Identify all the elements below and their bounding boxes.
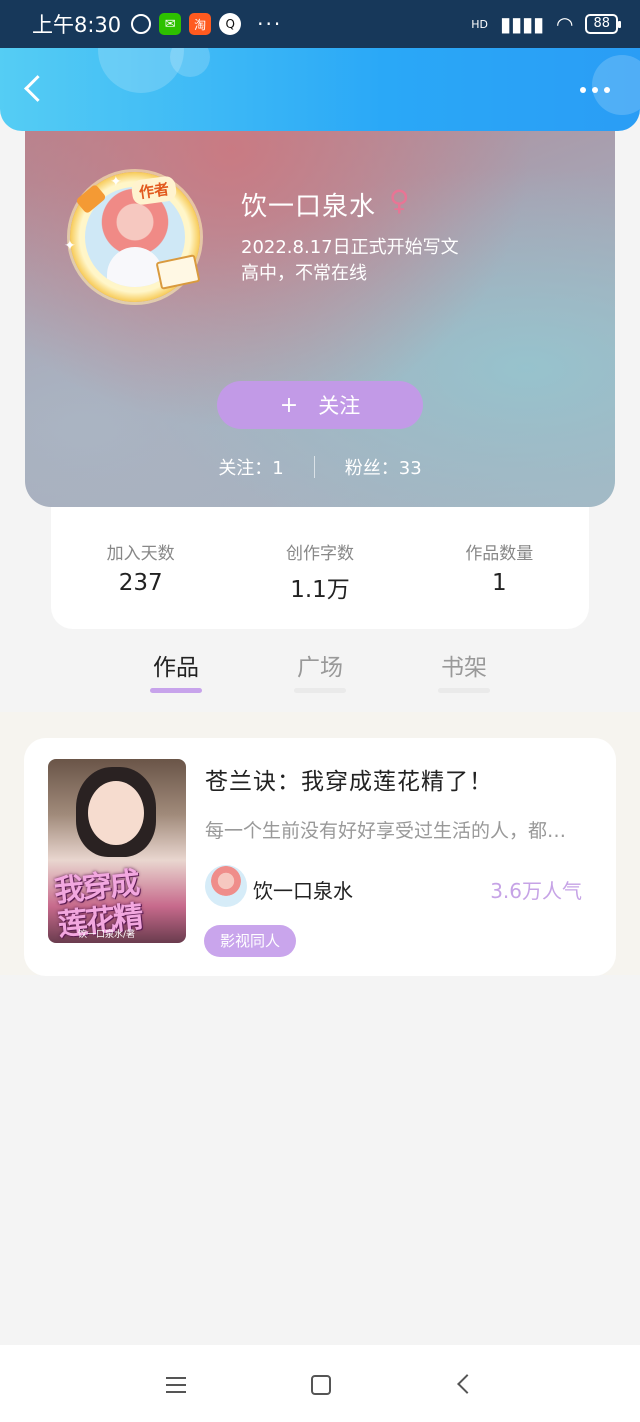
qq-icon: Q: [219, 13, 242, 35]
system-nav-bar: [0, 1345, 640, 1422]
stat-value: 237: [118, 570, 163, 596]
following-count[interactable]: 关注：1: [218, 454, 283, 480]
plus-icon: +: [279, 392, 299, 418]
genre-tag[interactable]: 影视同人: [204, 925, 297, 957]
network-type: HD: [471, 17, 488, 31]
follow-counts: 关注：1 粉丝：33: [25, 454, 615, 480]
decorative-bubble: [592, 55, 640, 115]
follow-button-label: 关注: [318, 394, 361, 418]
more-dot: [580, 87, 586, 93]
tab-underline: [294, 688, 346, 693]
start-date-text: 2022.8.17日正式开始写文: [241, 237, 459, 258]
tab-label: 广场: [297, 655, 343, 681]
wechat-icon: ✉: [159, 13, 182, 35]
follow-button[interactable]: + 关注: [217, 381, 423, 429]
popularity-count: 3.6万人气: [490, 879, 582, 903]
cover-figure-face: [88, 781, 144, 845]
book-cover-image[interactable]: 我穿成 莲花精 饮一口泉水/著: [48, 759, 186, 943]
taobao-icon: 淘: [189, 13, 212, 35]
tab-works[interactable]: 作品: [150, 640, 202, 712]
battery-level: 88: [593, 16, 610, 31]
wifi-icon: ◠: [556, 12, 574, 36]
female-icon: ♀: [389, 184, 410, 217]
profile-tabs: 作品 广场 书架: [0, 640, 640, 712]
tab-square[interactable]: 广场: [294, 640, 346, 712]
status-text: 高中，不常在线: [241, 263, 367, 284]
sparkle-icon: ✦: [110, 174, 122, 190]
battery-icon: 88: [585, 14, 621, 34]
tab-underline: [150, 688, 202, 693]
book-author-name[interactable]: 饮一口泉水: [253, 875, 353, 904]
sparkle-icon: ✦: [64, 238, 76, 254]
status-bar: 上午8:30 ✉ 淘 Q ··· HD ▮▮▮▮ ◠ 88: [0, 0, 640, 48]
cover-subtitle: 饮一口泉水/著: [78, 930, 136, 940]
tab-label: 书架: [441, 655, 487, 681]
fans-count[interactable]: 粉丝：33: [345, 454, 422, 480]
stat-label: 作品数量: [465, 544, 534, 564]
stat-word-count: 创作字数 1.1万: [230, 539, 409, 629]
home-icon[interactable]: [303, 1367, 337, 1401]
book-description: 每一个生前没有好好享受过生活的人，都…: [205, 820, 567, 842]
app-header: [0, 7, 640, 131]
profile-card: ✦ ✦ 作者 饮一口泉水 ♀ 2022.8.17日正式开始写文 高中，不常在线 …: [25, 110, 615, 507]
more-dot: [604, 87, 610, 93]
author-avatar-small[interactable]: [205, 865, 247, 907]
system-back-icon[interactable]: [447, 1367, 481, 1401]
tab-label: 作品: [153, 655, 199, 681]
stat-label: 加入天数: [106, 544, 175, 564]
more-options-button[interactable]: [580, 87, 610, 93]
stat-label: 创作字数: [285, 544, 354, 564]
back-button[interactable]: [22, 75, 48, 105]
stat-join-days: 加入天数 237: [51, 539, 230, 629]
user-name: 饮一口泉水: [241, 192, 377, 222]
more-dot: [592, 87, 598, 93]
stat-value: 1: [492, 570, 507, 596]
status-time: 上午8:30: [32, 13, 122, 37]
tab-underline: [438, 688, 490, 693]
user-info: 2022.8.17日正式开始写文 高中，不常在线: [241, 235, 459, 287]
book-title[interactable]: 苍兰诀：我穿成莲花精了！: [205, 762, 493, 796]
book-card[interactable]: 我穿成 莲花精 饮一口泉水/著 苍兰诀：我穿成莲花精了！ 每一个生前没有好好享受…: [24, 738, 616, 976]
tab-bookshelf[interactable]: 书架: [438, 640, 490, 712]
stat-works-count: 作品数量 1: [410, 539, 589, 629]
stat-value: 1.1万: [290, 577, 350, 603]
status-more-icon: ···: [257, 12, 283, 36]
signal-icon: ▮▮▮▮: [499, 12, 544, 36]
menu-icon[interactable]: [159, 1367, 193, 1401]
author-avatar-frame[interactable]: ✦ ✦ 作者: [64, 172, 201, 302]
divider: [313, 456, 315, 478]
stats-box: 加入天数 237 创作字数 1.1万 作品数量 1: [51, 505, 589, 629]
alarm-icon: [131, 14, 152, 34]
